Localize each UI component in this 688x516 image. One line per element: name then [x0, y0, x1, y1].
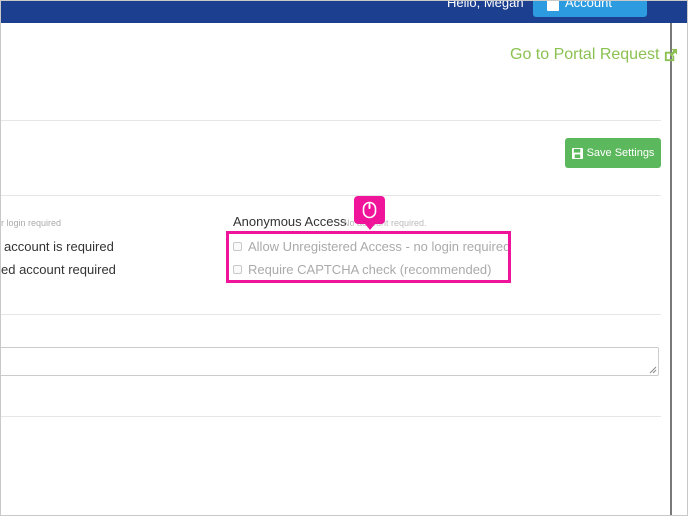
mouse-click-indicator [354, 196, 385, 230]
anonymous-access-heading: Anonymous Access [233, 214, 347, 229]
page-frame: Hello, Megan Account Go to Portal Reques… [0, 0, 688, 516]
account-button-label: Account [565, 0, 612, 10]
divider [1, 416, 661, 417]
vertical-scrollbar[interactable] [670, 23, 672, 515]
indicator-pointer [365, 224, 375, 230]
user-greeting[interactable]: Hello, Megan [447, 1, 524, 10]
divider [1, 314, 661, 315]
highlight-box [226, 231, 511, 283]
resize-grip-icon[interactable] [649, 366, 657, 374]
login-option-1-label[interactable]: account is required [4, 239, 114, 254]
account-icon [547, 1, 559, 11]
login-option-2-label[interactable]: ed account required [1, 262, 116, 277]
message-textarea[interactable] [1, 347, 659, 376]
portal-link-label: Go to Portal Request [510, 46, 660, 63]
mouse-icon [362, 201, 377, 219]
divider [1, 195, 661, 196]
top-navbar: Hello, Megan Account [1, 0, 687, 23]
account-button[interactable]: Account [533, 0, 647, 17]
save-settings-button[interactable]: Save Settings [565, 138, 661, 168]
external-link-icon [665, 48, 678, 61]
login-note: r login required [1, 218, 62, 228]
save-settings-label: Save Settings [586, 147, 655, 159]
floppy-disk-icon [571, 147, 583, 159]
divider [1, 120, 661, 121]
go-to-portal-request-link[interactable]: Go to Portal Request [510, 46, 678, 64]
